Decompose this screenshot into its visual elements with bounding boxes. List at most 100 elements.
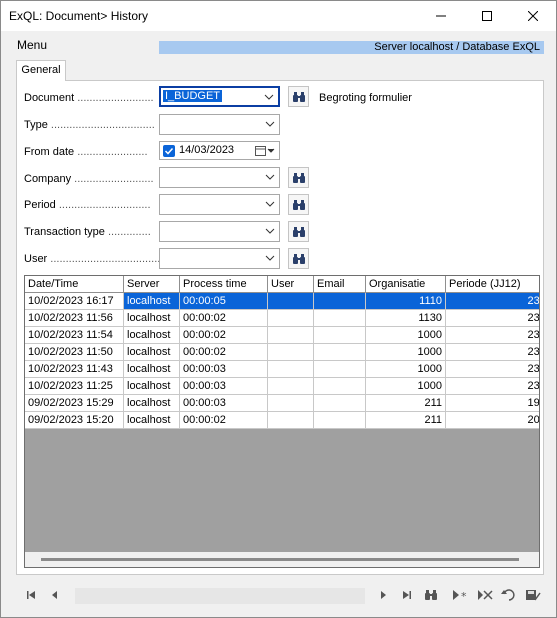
table-cell[interactable]: 00:00:03 — [180, 378, 268, 395]
table-cell[interactable] — [314, 378, 366, 395]
table-cell[interactable]: 2312 — [446, 293, 539, 310]
title-bar: ExQL: Document> History — [1, 1, 556, 31]
horizontal-scrollbar[interactable] — [25, 552, 539, 567]
table-cell[interactable] — [314, 395, 366, 412]
table-cell[interactable] — [314, 310, 366, 327]
table-cell[interactable] — [268, 344, 314, 361]
table-cell[interactable]: 1000 — [366, 378, 446, 395]
table-cell[interactable]: 10/02/2023 11:54 — [25, 327, 124, 344]
table-cell[interactable] — [314, 293, 366, 310]
find-record-button[interactable] — [421, 586, 441, 604]
table-cell[interactable]: 1912 — [446, 395, 539, 412]
table-cell[interactable]: 10/02/2023 11:25 — [25, 378, 124, 395]
table-cell[interactable]: 09/02/2023 15:29 — [25, 395, 124, 412]
table-cell[interactable] — [268, 361, 314, 378]
table-cell[interactable]: 2012 — [446, 412, 539, 429]
binoculars-icon — [292, 172, 305, 183]
user-select[interactable] — [159, 248, 280, 269]
table-cell[interactable]: 00:00:03 — [180, 361, 268, 378]
column-header[interactable]: Email — [314, 276, 366, 293]
table-cell[interactable]: 10/02/2023 16:17 — [25, 293, 124, 310]
table-cell[interactable]: localhost — [124, 344, 180, 361]
table-cell[interactable]: 2312 — [446, 327, 539, 344]
table-cell[interactable]: 1000 — [366, 361, 446, 378]
column-header[interactable]: User — [268, 276, 314, 293]
table-cell[interactable]: localhost — [124, 293, 180, 310]
table-cell[interactable]: 1110 — [366, 293, 446, 310]
table-cell[interactable]: 2312 — [446, 344, 539, 361]
table-cell[interactable] — [314, 327, 366, 344]
maximize-icon — [482, 11, 492, 21]
table-cell[interactable]: 2312 — [446, 378, 539, 395]
table-cell[interactable] — [268, 412, 314, 429]
table-cell[interactable] — [314, 344, 366, 361]
table-cell[interactable] — [268, 395, 314, 412]
column-header[interactable]: Organisatie — [366, 276, 446, 293]
period-select[interactable] — [159, 194, 280, 215]
document-lookup-button[interactable] — [288, 86, 309, 107]
user-lookup-button[interactable] — [288, 248, 309, 269]
calendar-icon[interactable] — [255, 145, 275, 157]
table-cell[interactable]: localhost — [124, 378, 180, 395]
table-cell[interactable]: 211 — [366, 412, 446, 429]
maximize-button[interactable] — [464, 1, 510, 31]
column-header[interactable]: Process time — [180, 276, 268, 293]
delete-record-button[interactable] — [475, 586, 495, 604]
menu-item[interactable]: Menu — [17, 38, 47, 52]
table-cell[interactable] — [314, 361, 366, 378]
table-cell[interactable]: 10/02/2023 11:43 — [25, 361, 124, 378]
table-cell[interactable]: 00:00:05 — [180, 293, 268, 310]
prev-record-button[interactable] — [45, 586, 65, 604]
table-cell[interactable]: localhost — [124, 412, 180, 429]
company-lookup-button[interactable] — [288, 167, 309, 188]
next-record-button[interactable] — [373, 586, 393, 604]
table-cell[interactable] — [268, 293, 314, 310]
tab-general[interactable]: General — [16, 60, 66, 81]
date-enabled-checkbox[interactable] — [163, 145, 175, 157]
table-cell[interactable]: 00:00:02 — [180, 310, 268, 327]
document-select[interactable]: I_BUDGET — [159, 86, 280, 107]
company-select[interactable] — [159, 167, 280, 188]
scrollbar-thumb[interactable] — [41, 558, 519, 561]
table-cell[interactable]: 00:00:02 — [180, 344, 268, 361]
transaction-type-select[interactable] — [159, 221, 280, 242]
minimize-icon — [436, 15, 446, 17]
save-button[interactable] — [523, 586, 543, 604]
history-grid[interactable]: Date/Time Server Process time User Email Orga… — [24, 275, 540, 568]
table-cell[interactable]: 00:00:02 — [180, 327, 268, 344]
table-cell[interactable]: 00:00:02 — [180, 412, 268, 429]
last-record-button[interactable] — [397, 586, 417, 604]
table-cell[interactable]: 1130 — [366, 310, 446, 327]
new-record-button[interactable]: * — [451, 586, 471, 604]
document-value: I_BUDGET — [163, 90, 223, 102]
column-header[interactable]: Server — [124, 276, 180, 293]
table-cell[interactable]: 10/02/2023 11:50 — [25, 344, 124, 361]
period-lookup-button[interactable] — [288, 194, 309, 215]
table-cell[interactable] — [268, 378, 314, 395]
table-cell[interactable]: 1000 — [366, 344, 446, 361]
binoculars-icon — [292, 199, 305, 210]
table-cell[interactable]: 211 — [366, 395, 446, 412]
minimize-button[interactable] — [418, 1, 464, 31]
close-button[interactable] — [510, 1, 556, 31]
transaction-type-lookup-button[interactable] — [288, 221, 309, 242]
from-date-picker[interactable]: 14/03/2023 — [159, 141, 280, 160]
table-cell[interactable]: 2312 — [446, 310, 539, 327]
table-cell[interactable]: localhost — [124, 327, 180, 344]
table-cell[interactable] — [314, 412, 366, 429]
table-cell[interactable]: localhost — [124, 395, 180, 412]
table-cell[interactable]: 00:00:03 — [180, 395, 268, 412]
table-cell[interactable]: 09/02/2023 15:20 — [25, 412, 124, 429]
table-cell[interactable] — [268, 310, 314, 327]
column-header[interactable]: Periode (JJ12) — [446, 276, 539, 293]
type-select[interactable] — [159, 114, 280, 135]
table-cell[interactable]: 1000 — [366, 327, 446, 344]
table-cell[interactable]: localhost — [124, 361, 180, 378]
table-cell[interactable]: 2312 — [446, 361, 539, 378]
column-header[interactable]: Date/Time — [25, 276, 124, 293]
table-cell[interactable]: localhost — [124, 310, 180, 327]
undo-button[interactable] — [499, 586, 519, 604]
first-record-button[interactable] — [21, 586, 41, 604]
table-cell[interactable]: 10/02/2023 11:56 — [25, 310, 124, 327]
table-cell[interactable] — [268, 327, 314, 344]
